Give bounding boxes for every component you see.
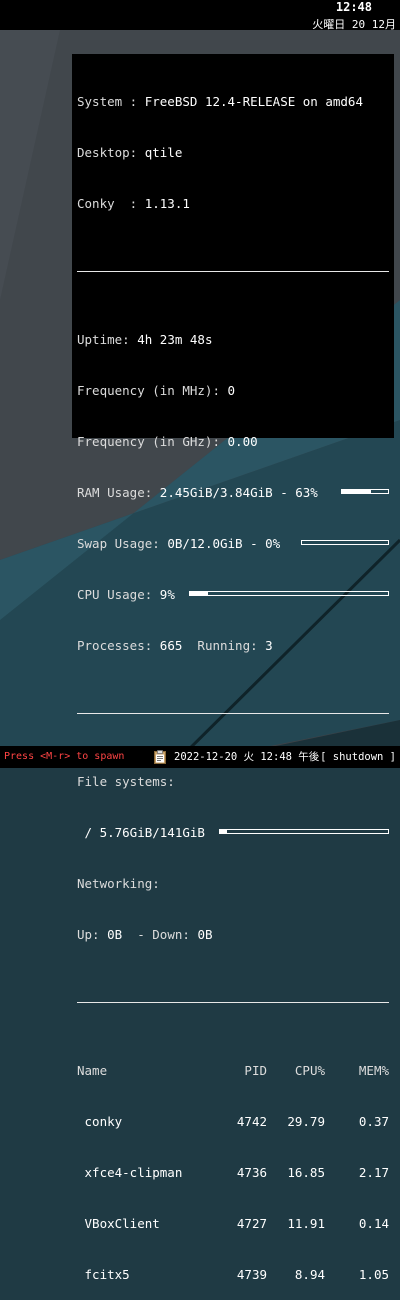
networking-heading-row: Networking: (77, 875, 389, 892)
running-value: 3 (265, 638, 273, 653)
clock-time: 12:48 (335, 0, 372, 14)
top-bar: 12:48 火曜日 20 12月 (0, 0, 400, 31)
processes-value: 665 (159, 638, 183, 653)
up-value: 0B (107, 927, 123, 942)
process-mem: 0.37 (358, 1114, 389, 1129)
up-label: Up: (77, 927, 108, 942)
uptime-value: 4h 23m 48s (137, 332, 213, 347)
process-name: xfce4-clipman (77, 1165, 183, 1180)
process-pid: 4742 (236, 1114, 267, 1129)
cpu-usage-bar (189, 591, 389, 596)
running-label: Running: (182, 638, 266, 653)
system-value: FreeBSD 12.4-RELEASE on amd64 (144, 94, 363, 109)
spawn-prompt[interactable]: Press <M-r> to spawn (4, 746, 124, 768)
processes-label: Processes: (77, 638, 160, 653)
cpu-row: CPU Usage: 9% (77, 586, 389, 603)
conky-panel: System : FreeBSD 12.4-RELEASE on amd64 D… (72, 54, 394, 1282)
table-row: conky 4742 29.79 0.37 (77, 1113, 389, 1130)
conky-label: Conky : (77, 196, 145, 211)
down-label: - Down: (122, 927, 198, 942)
process-name: conky (77, 1114, 123, 1129)
filesystems-heading-row: File systems: (77, 773, 389, 790)
filesystem-root-value: / 5.76GiB/141GiB (77, 825, 205, 840)
divider (77, 713, 389, 714)
process-pid: 4739 (236, 1267, 267, 1282)
conky-version-row: Conky : 1.13.1 (77, 195, 389, 212)
conky-value: 1.13.1 (144, 196, 190, 211)
freq-ghz-row: Frequency (in GHz): 0.00 (77, 433, 389, 450)
cpu-usage-fill (190, 592, 208, 595)
filesystems-label: File systems: (77, 774, 175, 789)
process-pid: 4727 (236, 1216, 267, 1231)
divider (77, 1002, 389, 1003)
ram-row: RAM Usage: 2.45GiB/3.84GiB - 63% (77, 484, 389, 501)
system-label: System : (77, 94, 145, 109)
process-cpu: 8.94 (294, 1267, 325, 1282)
uptime-label: Uptime: (77, 332, 138, 347)
desktop-label: Desktop: (77, 145, 145, 160)
table-row: fcitx5 4739 8.94 1.05 (77, 1266, 389, 1283)
swap-label: Swap Usage: (77, 536, 168, 551)
divider (77, 271, 389, 272)
clock-date: 火曜日 20 12月 (312, 18, 396, 31)
filesystem-usage-fill (220, 830, 227, 833)
bottom-bar: Press <M-r> to spawn 2022-12-20 火 12:48 … (0, 746, 400, 768)
process-pid: 4736 (236, 1165, 267, 1180)
process-cpu: 29.79 (287, 1114, 325, 1129)
column-cpu: CPU% (294, 1063, 325, 1078)
freq-mhz-row: Frequency (in MHz): 0 (77, 382, 389, 399)
swap-value: 0B/12.0GiB - 0% (167, 536, 281, 551)
uptime-row: Uptime: 4h 23m 48s (77, 331, 389, 348)
filesystem-usage-bar (219, 829, 389, 834)
freq-mhz-value: 0 (227, 383, 236, 398)
freq-ghz-label: Frequency (in GHz): (77, 434, 228, 449)
ram-value: 2.45GiB/3.84GiB - 63% (159, 485, 318, 500)
table-row: xfce4-clipman 4736 16.85 2.17 (77, 1164, 389, 1181)
swap-row: Swap Usage: 0B/12.0GiB - 0% (77, 535, 389, 552)
ram-usage-bar (341, 489, 389, 494)
process-cpu: 11.91 (287, 1216, 325, 1231)
freq-mhz-label: Frequency (in MHz): (77, 383, 228, 398)
column-pid: PID (244, 1063, 267, 1078)
shutdown-button[interactable]: [ shutdown ] (320, 746, 396, 768)
ram-label: RAM Usage: (77, 485, 160, 500)
ram-usage-fill (342, 490, 371, 493)
cpu-value: 9% (159, 587, 175, 602)
column-mem: MEM% (358, 1063, 389, 1078)
desktop-value: qtile (144, 145, 183, 160)
desktop-row: Desktop: qtile (77, 144, 389, 161)
processes-row: Processes: 665 Running: 3 (77, 637, 389, 654)
down-value: 0B (197, 927, 213, 942)
table-row: VBoxClient 4727 11.91 0.14 (77, 1215, 389, 1232)
process-table-header: Name PID CPU% MEM% (77, 1062, 389, 1079)
process-name: VBoxClient (77, 1216, 160, 1231)
network-traffic-row: Up: 0B - Down: 0B (77, 926, 389, 943)
process-mem: 2.17 (358, 1165, 389, 1180)
clipboard-icon[interactable] (154, 750, 166, 764)
process-mem: 1.05 (358, 1267, 389, 1282)
process-cpu: 16.85 (287, 1165, 325, 1180)
process-mem: 0.14 (358, 1216, 389, 1231)
freq-ghz-value: 0.00 (227, 434, 258, 449)
system-row: System : FreeBSD 12.4-RELEASE on amd64 (77, 93, 389, 110)
filesystem-root-row: / 5.76GiB/141GiB (77, 824, 389, 841)
swap-usage-bar (301, 540, 389, 545)
networking-label: Networking: (77, 876, 160, 891)
process-name: fcitx5 (77, 1267, 130, 1282)
cpu-label: CPU Usage: (77, 587, 160, 602)
column-name: Name (77, 1063, 108, 1078)
status-datetime: 2022-12-20 火 12:48 午後 (174, 751, 320, 763)
